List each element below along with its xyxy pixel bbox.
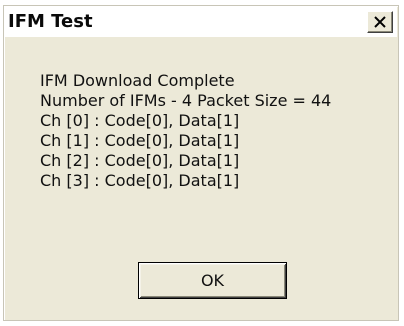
window-title: IFM Test	[8, 11, 93, 32]
message-line: Ch [0] : Code[0], Data[1]	[40, 111, 240, 130]
title-bar[interactable]: IFM Test	[5, 7, 397, 37]
message-line: Number of IFMs - 4 Packet Size = 44	[40, 91, 332, 110]
message-line: Ch [3] : Code[0], Data[1]	[40, 171, 240, 190]
message-line: Ch [1] : Code[0], Data[1]	[40, 131, 240, 150]
message-line: IFM Download Complete	[40, 71, 235, 90]
message-text: IFM Download Complete Number of IFMs - 4…	[40, 71, 331, 191]
ok-button[interactable]: OK	[138, 262, 287, 299]
dialog-window: IFM Test IFM Download Complete Number of…	[3, 5, 399, 321]
close-icon	[374, 16, 386, 28]
close-button[interactable]	[367, 11, 393, 33]
message-line: Ch [2] : Code[0], Data[1]	[40, 151, 240, 170]
